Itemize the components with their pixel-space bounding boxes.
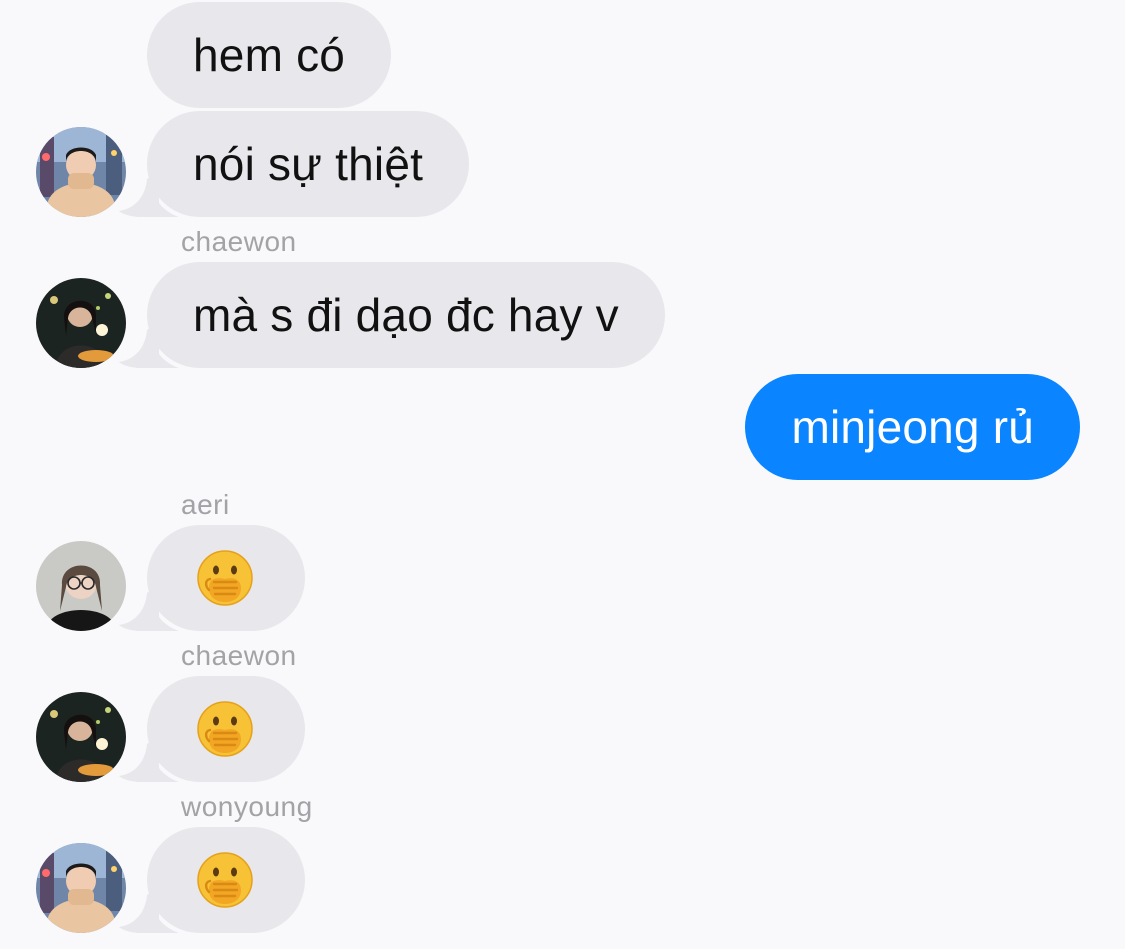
person-avatar-wonyoung [36,843,126,933]
sender-name: chaewon [181,226,297,257]
message-bubble[interactable]: nói sự thiệt [147,111,470,217]
message-bubble[interactable] [147,827,305,933]
person-avatar-wonyoung [36,127,126,217]
person-avatar-chaewon [36,692,126,782]
avatar[interactable] [36,541,126,631]
bubble-tail [119,322,179,368]
message-bubble[interactable] [147,676,305,782]
sender-name: aeri [181,489,230,520]
bubble-tail [119,585,179,631]
bubble-tail [119,171,179,217]
message-bubble[interactable]: mà s đi dạo đc hay v [147,262,665,368]
message-text: hem có [193,29,346,81]
outgoing-message-bubble[interactable]: minjeong rủ [745,374,1080,480]
avatar[interactable] [36,127,126,217]
face-with-hand-over-mouth-icon [195,699,255,759]
avatar[interactable] [36,692,126,782]
bubble-tail [119,736,179,782]
message-text: nói sự thiệt [193,138,424,190]
message-text: mà s đi dạo đc hay v [193,289,619,341]
sender-name: wonyoung [181,791,313,822]
message-bubble[interactable]: hem có [147,2,392,108]
avatar[interactable] [36,843,126,933]
person-avatar-chaewon [36,278,126,368]
chat-screen: hem có nói sự thiệt chaewon mà s đi dạo … [0,0,1125,949]
face-with-hand-over-mouth-icon [195,548,255,608]
face-with-hand-over-mouth-icon [195,850,255,910]
sender-name: chaewon [181,640,297,671]
message-bubble[interactable] [147,525,305,631]
person-avatar-aeri [36,541,126,631]
avatar[interactable] [36,278,126,368]
bubble-tail [119,887,179,933]
message-text: minjeong rủ [791,401,1034,453]
